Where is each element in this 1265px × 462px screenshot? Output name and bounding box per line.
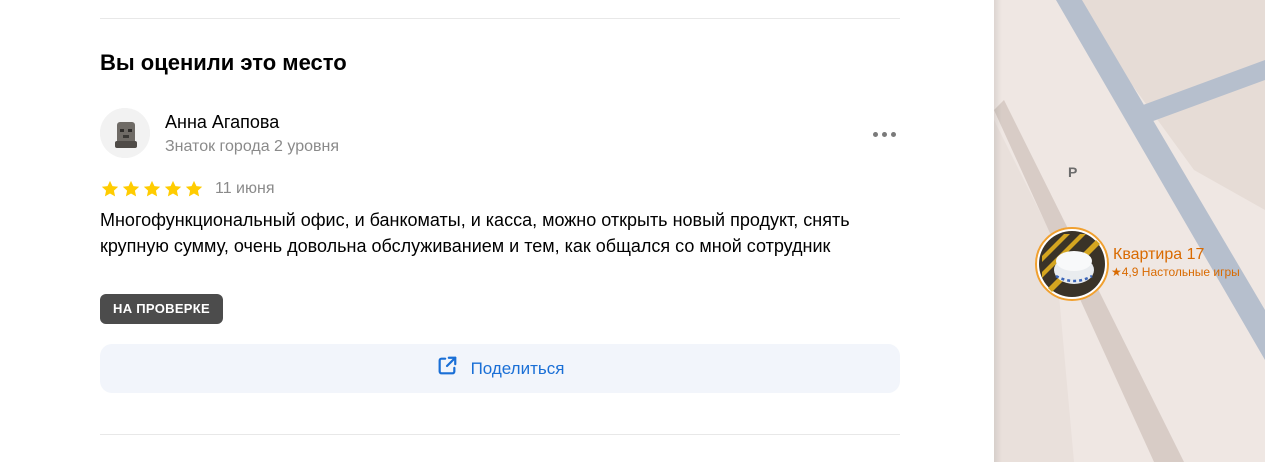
more-options-button[interactable] (868, 122, 902, 146)
place-pin[interactable] (1034, 226, 1110, 302)
author-level: Знаток города 2 уровня (165, 138, 340, 155)
review-text: Многофункциональный офис, и банкоматы, и… (100, 210, 850, 256)
review-panel: Вы оценили это место Анна Агапова Знаток… (0, 0, 994, 462)
place-pin-subtitle: ★4,9 Настольные игры (1111, 265, 1240, 279)
map-edge-shadow (994, 0, 1002, 462)
star-icon (163, 179, 183, 199)
section-title: Вы оценили это место (100, 50, 347, 75)
share-button[interactable]: Поделиться (100, 344, 900, 393)
rating-stars (100, 179, 204, 199)
bottom-divider (100, 434, 900, 435)
share-label: Поделиться (470, 358, 565, 378)
author-name[interactable]: Анна Агапова (165, 112, 279, 133)
status-badge: НА ПРОВЕРКЕ (100, 294, 223, 324)
star-icon (142, 179, 162, 199)
place-pin-title[interactable]: Квартира 17 (1113, 246, 1204, 264)
avatar[interactable] (100, 108, 150, 158)
avatar-image (100, 108, 150, 158)
star-icon (184, 179, 204, 199)
star-icon (121, 179, 141, 199)
top-divider (100, 18, 900, 19)
review-date: 11 июня (215, 180, 275, 197)
share-external-icon (436, 355, 458, 382)
star-icon (100, 179, 120, 199)
parking-label: P (1068, 164, 1078, 180)
place-pin-icon (1035, 227, 1109, 301)
